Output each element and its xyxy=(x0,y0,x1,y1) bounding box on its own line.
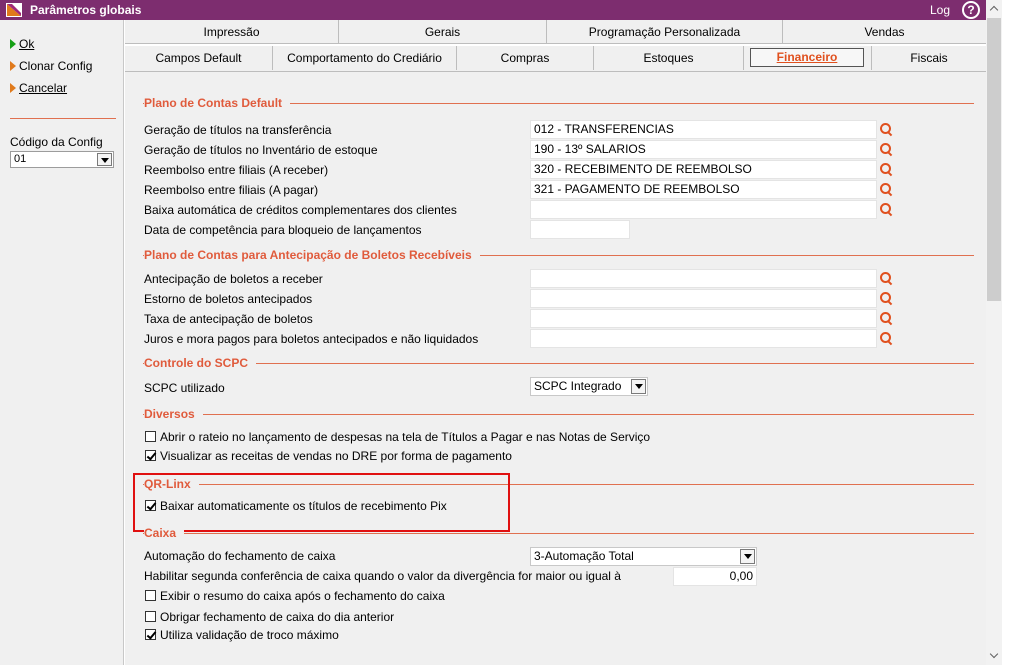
chevron-down-icon[interactable] xyxy=(740,549,755,564)
app-logo-icon xyxy=(6,3,22,17)
tab-campos-default[interactable]: Campos Default xyxy=(125,46,273,70)
data-competencia-input[interactable] xyxy=(530,220,630,239)
field-label: Reembolso entre filiais (A receber) xyxy=(144,163,329,177)
search-icon[interactable] xyxy=(880,203,894,217)
tab-compras[interactable]: Compras xyxy=(457,46,594,70)
juros-input[interactable] xyxy=(530,329,877,348)
ok-arrow-icon xyxy=(10,39,16,49)
antecipacao-input[interactable] xyxy=(530,269,877,288)
checkbox-fechamento-anterior[interactable] xyxy=(145,611,156,622)
reembolso-receber-input[interactable]: 320 - RECEBIMENTO DE REEMBOLSO xyxy=(530,160,877,179)
section-title-antecipacao: Plano de Contas para Antecipação de Bole… xyxy=(144,248,480,262)
section-title-scpc: Controle do SCPC xyxy=(144,356,256,370)
ok-button[interactable]: Ok xyxy=(10,37,34,51)
tab-programacao[interactable]: Programação Personalizada xyxy=(547,20,783,44)
scpc-value: SCPC Integrado xyxy=(534,379,622,393)
search-icon[interactable] xyxy=(880,123,894,137)
checkbox-label: Obrigar fechamento de caixa do dia anter… xyxy=(160,610,395,624)
tab-comportamento[interactable]: Comportamento do Crediário xyxy=(273,46,457,70)
vertical-scrollbar[interactable] xyxy=(986,0,1002,665)
taxa-input[interactable] xyxy=(530,309,877,328)
search-icon[interactable] xyxy=(880,272,894,286)
chevron-down-icon[interactable] xyxy=(631,379,646,394)
clone-config-button[interactable]: Clonar Config xyxy=(10,59,92,73)
left-divider xyxy=(10,118,116,119)
search-icon[interactable] xyxy=(880,332,894,346)
tab-vendas[interactable]: Vendas xyxy=(783,20,986,44)
field-label: Juros e mora pagos para boletos antecipa… xyxy=(144,332,479,346)
scrollbar-thumb[interactable] xyxy=(987,18,1001,301)
field-label: Baixa automática de créditos complementa… xyxy=(144,203,457,217)
checkbox-label: Abrir o rateio no lançamento de despesas… xyxy=(160,430,651,444)
tab-financeiro[interactable]: Financeiro xyxy=(750,48,864,67)
field-label: Estorno de boletos antecipados xyxy=(144,292,313,306)
section-divider xyxy=(143,414,974,415)
ok-label: Ok xyxy=(19,37,35,51)
automacao-select[interactable]: 3-Automação Total xyxy=(530,547,757,566)
segunda-conferencia-label: Habilitar segunda conferência de caixa q… xyxy=(144,569,621,583)
cancel-label: Cancelar xyxy=(19,81,68,95)
tab-estoques[interactable]: Estoques xyxy=(594,46,744,70)
clone-label: Clonar Config xyxy=(19,59,93,73)
section-title-plano-default: Plano de Contas Default xyxy=(144,96,291,110)
log-link[interactable]: Log xyxy=(930,3,950,17)
estorno-input[interactable] xyxy=(530,289,877,308)
chevron-down-icon[interactable] xyxy=(97,153,112,166)
config-code-label: Código da Config xyxy=(10,135,103,149)
config-code-select[interactable]: 01 xyxy=(10,151,114,168)
checkbox-label: Visualizar as receitas de vendas no DRE … xyxy=(160,449,512,463)
field-label: Geração de títulos na transferência xyxy=(144,123,332,137)
section-title-diversos: Diversos xyxy=(144,407,203,421)
search-icon[interactable] xyxy=(880,312,894,326)
inventario-input[interactable]: 190 - 13º SALARIOS xyxy=(530,140,877,159)
automacao-label: Automação do fechamento de caixa xyxy=(144,549,336,563)
section-title-caixa: Caixa xyxy=(144,526,185,540)
cancel-button[interactable]: Cancelar xyxy=(10,81,67,95)
checkbox-resumo-caixa[interactable] xyxy=(145,590,156,601)
section-divider xyxy=(143,363,974,364)
field-label: Data de competência para bloqueio de lan… xyxy=(144,223,422,237)
checkbox-label: Exibir o resumo do caixa após o fechamen… xyxy=(160,589,445,603)
title-bar: Parâmetros globais Log ? xyxy=(0,0,986,20)
highlight-box xyxy=(133,473,510,532)
tab-impressao[interactable]: Impressão xyxy=(125,20,339,44)
scroll-up-icon[interactable] xyxy=(989,5,999,15)
reembolso-pagar-input[interactable]: 321 - PAGAMENTO DE REEMBOLSO xyxy=(530,180,877,199)
search-icon[interactable] xyxy=(880,292,894,306)
search-icon[interactable] xyxy=(880,143,894,157)
tab-gerais[interactable]: Gerais xyxy=(339,20,547,44)
search-icon[interactable] xyxy=(880,183,894,197)
scpc-select[interactable]: SCPC Integrado xyxy=(530,377,648,396)
section-divider xyxy=(143,533,974,534)
config-code-value: 01 xyxy=(14,153,27,165)
field-label: Reembolso entre filiais (A pagar) xyxy=(144,183,319,197)
cancel-arrow-icon xyxy=(10,83,16,93)
checkbox-label: Utiliza validação de troco máximo xyxy=(160,628,339,642)
field-label: Antecipação de boletos a receber xyxy=(144,272,323,286)
tab-fiscais[interactable]: Fiscais xyxy=(871,46,986,70)
clone-arrow-icon xyxy=(10,61,16,71)
segunda-conferencia-input[interactable]: 0,00 xyxy=(673,567,757,586)
field-label: Geração de títulos no Inventário de esto… xyxy=(144,143,378,157)
scpc-label: SCPC utilizado xyxy=(144,381,225,395)
scroll-down-icon[interactable] xyxy=(989,649,999,659)
help-icon[interactable]: ? xyxy=(962,1,980,19)
checkbox-rateio[interactable] xyxy=(145,431,156,442)
tabs-row-bottom: Campos Default Comportamento do Crediári… xyxy=(125,46,986,72)
checkbox-dre[interactable] xyxy=(145,450,156,461)
baixa-creditos-input[interactable] xyxy=(530,200,877,219)
checkbox-troco-maximo[interactable] xyxy=(145,629,156,640)
search-icon[interactable] xyxy=(880,163,894,177)
transferencia-input[interactable]: 012 - TRANSFERENCIAS xyxy=(530,120,877,139)
field-label: Taxa de antecipação de boletos xyxy=(144,312,313,326)
tabs-row-top: Impressão Gerais Programação Personaliza… xyxy=(125,20,986,44)
automacao-value: 3-Automação Total xyxy=(534,549,634,563)
left-panel: Ok Clonar Config Cancelar Código da Conf… xyxy=(0,20,124,665)
window-title: Parâmetros globais xyxy=(30,3,142,17)
